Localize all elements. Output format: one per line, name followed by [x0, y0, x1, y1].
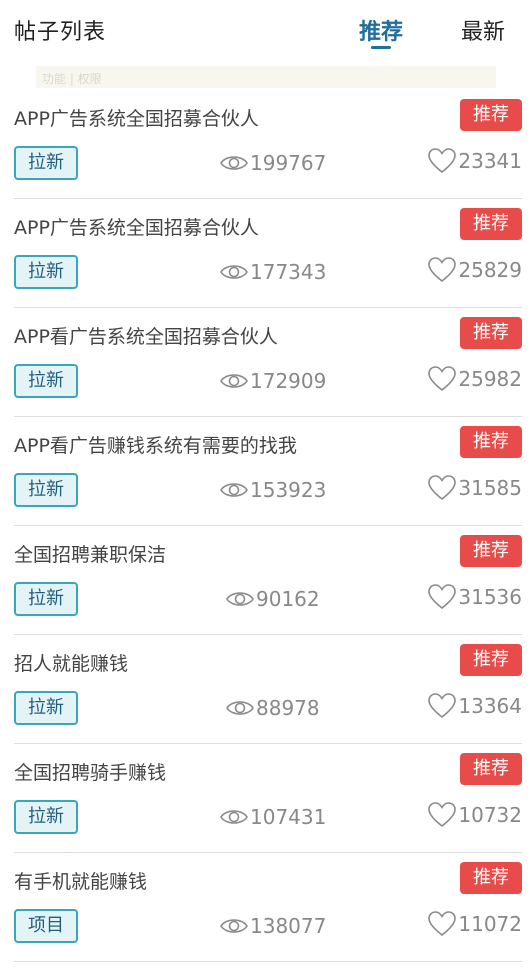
category-tag[interactable]: 拉新	[14, 582, 78, 616]
category-tag[interactable]: 拉新	[14, 691, 78, 725]
top-bar: 帖子列表 推荐 最新	[0, 0, 532, 60]
like-count[interactable]: 31536	[428, 582, 522, 612]
page-title: 帖子列表	[14, 20, 107, 45]
recommend-badge: 推荐	[460, 99, 522, 131]
like-count[interactable]: 13364	[428, 691, 522, 721]
like-count[interactable]: 25829	[428, 255, 522, 285]
view-count-value: 138077	[250, 914, 327, 938]
view-count: 90162	[226, 584, 320, 614]
like-count-value: 10732	[458, 803, 522, 827]
post-item[interactable]: APP看广告赚钱系统有需要的找我 推荐 拉新 153923 31585	[0, 417, 532, 526]
heart-icon[interactable]	[428, 693, 457, 719]
eye-icon	[220, 156, 248, 170]
eye-icon	[220, 919, 248, 933]
recommend-badge: 推荐	[460, 644, 522, 676]
like-count-value: 25829	[458, 258, 522, 282]
recommend-badge: 推荐	[460, 535, 522, 567]
view-count-value: 88978	[256, 696, 320, 720]
view-count: 177343	[220, 257, 326, 287]
faded-banner: 功能 | 权限	[36, 66, 496, 88]
heart-icon[interactable]	[428, 911, 457, 937]
post-title[interactable]: 招人就能赚钱	[14, 649, 128, 676]
eye-icon	[220, 810, 248, 824]
like-count-value: 13364	[458, 694, 522, 718]
view-count: 199767	[220, 148, 326, 178]
post-item[interactable]: APP看广告系统全国招募合伙人 推荐 拉新 172909 25982	[0, 308, 532, 417]
category-tag[interactable]: 项目	[14, 909, 78, 943]
active-tab-indicator	[371, 46, 391, 49]
category-tag[interactable]: 拉新	[14, 800, 78, 834]
category-tag[interactable]: 拉新	[14, 255, 78, 289]
like-count[interactable]: 10732	[428, 800, 522, 830]
post-item[interactable]: 全国招聘骑手赚钱 推荐 拉新 107431 10732	[0, 744, 532, 853]
category-tag[interactable]: 拉新	[14, 146, 78, 180]
post-list: APP广告系统全国招募合伙人 推荐 拉新 199767 23341 APP广告系…	[0, 90, 532, 962]
eye-icon	[220, 265, 248, 279]
like-count-value: 25982	[458, 367, 522, 391]
view-count-value: 153923	[250, 478, 327, 502]
recommend-badge: 推荐	[460, 317, 522, 349]
view-count: 172909	[220, 366, 326, 396]
heart-icon[interactable]	[428, 584, 457, 610]
view-count: 107431	[220, 802, 326, 832]
like-count-value: 11072	[458, 912, 522, 936]
post-title[interactable]: APP看广告系统全国招募合伙人	[14, 322, 278, 349]
like-count-value: 31536	[458, 585, 522, 609]
post-item[interactable]: APP广告系统全国招募合伙人 推荐 拉新 199767 23341	[0, 90, 532, 199]
view-count: 153923	[220, 475, 326, 505]
recommend-badge: 推荐	[460, 208, 522, 240]
recommend-badge: 推荐	[460, 426, 522, 458]
eye-icon	[226, 592, 254, 606]
like-count-value: 23341	[458, 149, 522, 173]
post-title[interactable]: APP看广告赚钱系统有需要的找我	[14, 431, 297, 458]
heart-icon[interactable]	[428, 148, 457, 174]
view-count: 138077	[220, 911, 326, 941]
recommend-badge: 推荐	[460, 862, 522, 894]
view-count-value: 177343	[250, 260, 327, 284]
eye-icon	[226, 701, 254, 715]
post-item[interactable]: APP广告系统全国招募合伙人 推荐 拉新 177343 25829	[0, 199, 532, 308]
eye-icon	[220, 483, 248, 497]
view-count-value: 199767	[250, 151, 327, 175]
like-count[interactable]: 25982	[428, 364, 522, 394]
eye-icon	[220, 374, 248, 388]
heart-icon[interactable]	[428, 257, 457, 283]
heart-icon[interactable]	[428, 802, 457, 828]
post-title[interactable]: 全国招聘骑手赚钱	[14, 758, 166, 785]
category-tag[interactable]: 拉新	[14, 473, 78, 507]
like-count[interactable]: 11072	[428, 909, 522, 939]
heart-icon[interactable]	[428, 366, 457, 392]
category-tag[interactable]: 拉新	[14, 364, 78, 398]
recommend-badge: 推荐	[460, 753, 522, 785]
view-count: 88978	[226, 693, 320, 723]
post-title[interactable]: APP广告系统全国招募合伙人	[14, 104, 259, 131]
heart-icon[interactable]	[428, 475, 457, 501]
like-count[interactable]: 23341	[428, 146, 522, 176]
like-count-value: 31585	[458, 476, 522, 500]
post-title[interactable]: APP广告系统全国招募合伙人	[14, 213, 259, 240]
view-count-value: 172909	[250, 369, 327, 393]
tab-recommended[interactable]: 推荐	[359, 14, 403, 46]
post-item[interactable]: 全国招聘兼职保洁 推荐 拉新 90162 31536	[0, 526, 532, 635]
post-title[interactable]: 有手机就能赚钱	[14, 867, 147, 894]
tab-latest[interactable]: 最新	[461, 14, 505, 46]
post-item[interactable]: 招人就能赚钱 推荐 拉新 88978 13364	[0, 635, 532, 744]
post-title[interactable]: 全国招聘兼职保洁	[14, 540, 166, 567]
divider	[14, 961, 522, 962]
view-count-value: 90162	[256, 587, 320, 611]
view-count-value: 107431	[250, 805, 327, 829]
like-count[interactable]: 31585	[428, 473, 522, 503]
post-item[interactable]: 有手机就能赚钱 推荐 项目 138077 11072	[0, 853, 532, 962]
